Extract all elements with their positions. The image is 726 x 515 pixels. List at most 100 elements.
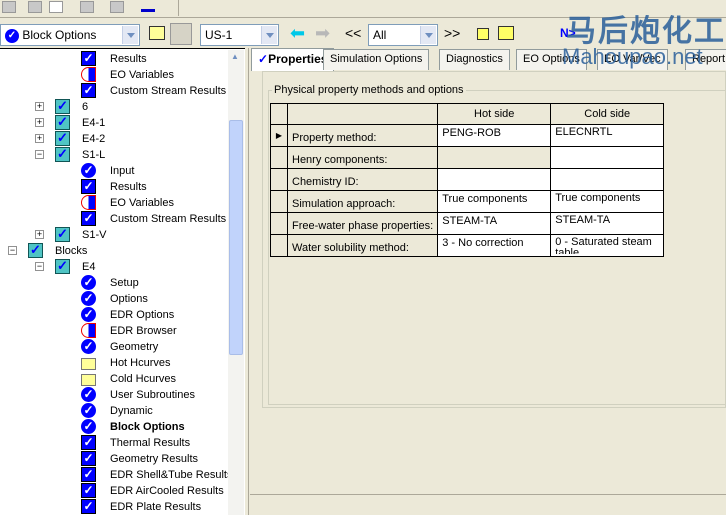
label-header	[286, 103, 439, 125]
arrow-left-icon[interactable]: ⬅	[290, 24, 305, 42]
tree-item[interactable]: + ✓ E4-2	[0, 131, 228, 147]
chevron-down-icon[interactable]	[420, 26, 436, 44]
arrow-right-icon[interactable]: ➡	[315, 24, 330, 42]
chevron-down-icon[interactable]	[261, 26, 277, 44]
tree-item[interactable]: − ✓ Blocks	[0, 243, 228, 259]
tree-item-label: EDR Shell&Tube Results	[110, 469, 233, 481]
tree-item[interactable]: ✓ EDR AirCooled Results	[0, 483, 228, 499]
hot-side-cell[interactable]: 3 - No correction	[437, 234, 552, 257]
expand-icon[interactable]: +	[35, 230, 44, 239]
grid-icon[interactable]	[80, 1, 94, 13]
tree-item[interactable]: ✓ Geometry Results	[0, 451, 228, 467]
tree-item[interactable]: ✓ Geometry	[0, 339, 228, 355]
hot-side-cell[interactable]: PENG-ROB	[437, 124, 552, 147]
tree-toggle-icon[interactable]	[170, 23, 192, 45]
tree-item[interactable]: EDR Browser	[0, 323, 228, 339]
tree-item[interactable]: − ✓ S1-L	[0, 147, 228, 163]
tree-item[interactable]: ✓ EDR Shell&Tube Results	[0, 467, 232, 483]
forward-icon[interactable]	[28, 1, 42, 13]
tab-diagnostics[interactable]: Diagnostics	[439, 49, 510, 70]
tree-item[interactable]: ✓ Results	[0, 51, 228, 67]
hot-side-cell[interactable]: STEAM-TA	[437, 212, 552, 235]
results-check-icon: ✓	[81, 483, 96, 498]
folder-up-icon[interactable]	[149, 26, 165, 40]
stream-selector[interactable]: US-1	[200, 24, 279, 46]
tree-item-label: Setup	[110, 277, 139, 289]
table-row: Simulation approach: True components Tru…	[270, 190, 665, 213]
tab-simulation-options[interactable]: Simulation Options	[323, 49, 430, 70]
cold-side-cell[interactable]	[550, 146, 665, 169]
collapse-icon[interactable]: −	[35, 150, 44, 159]
row-selector[interactable]	[270, 146, 288, 169]
tree-item[interactable]: ✓ Block Options	[0, 419, 228, 435]
current-row-icon: ▶	[275, 131, 283, 140]
tree-item[interactable]: + ✓ 6	[0, 99, 228, 115]
row-selector[interactable]	[270, 168, 288, 191]
hot-side-cell[interactable]: True components	[437, 190, 552, 213]
cold-side-cell[interactable]: True components	[550, 190, 665, 213]
tree-item[interactable]: ✓ Results	[0, 179, 228, 195]
expand-icon[interactable]: +	[35, 102, 44, 111]
notes-icon[interactable]	[477, 28, 489, 40]
tree-item[interactable]: ✓ Input	[0, 163, 228, 179]
hot-side-cell[interactable]	[437, 168, 552, 191]
cold-side-cell[interactable]	[550, 168, 665, 191]
row-selector[interactable]	[270, 212, 288, 235]
tree-item[interactable]: ✓ Thermal Results	[0, 435, 228, 451]
row-selector[interactable]	[270, 190, 288, 213]
results-check-icon: ✓	[81, 435, 96, 450]
tree-item[interactable]: Hot Hcurves	[0, 355, 228, 371]
results-check-icon: ✓	[81, 499, 96, 514]
tree-item[interactable]: EO Variables	[0, 67, 228, 83]
cold-side-cell[interactable]: 0 - Saturated steam table	[550, 234, 665, 257]
input-check-icon: ✓	[81, 307, 96, 322]
line-style-icon[interactable]	[141, 9, 155, 12]
form-selector[interactable]: ✓ Block Options	[0, 24, 140, 46]
chevron-down-icon[interactable]	[122, 26, 138, 44]
cold-side-cell[interactable]: STEAM-TA	[550, 212, 665, 235]
form-selector-value: Block Options	[22, 28, 97, 42]
tree-item[interactable]: ✓ Options	[0, 291, 228, 307]
group-title: Physical property methods and options	[272, 84, 466, 96]
tree-item-label: Thermal Results	[110, 437, 191, 449]
status-icon[interactable]	[498, 26, 514, 40]
edit-icon[interactable]	[110, 1, 124, 13]
tree-item-label: S1-L	[82, 149, 106, 161]
scroll-up-icon[interactable]: ▲	[231, 52, 239, 61]
filter-selector[interactable]: All	[368, 24, 438, 46]
tab-properties[interactable]: ✓Properties	[251, 48, 335, 71]
tree-item[interactable]: − ✓ E4	[0, 259, 228, 275]
tree-item[interactable]: EO Variables	[0, 195, 228, 211]
row-label: Henry components:	[286, 146, 439, 169]
tree-item[interactable]: ✓ EDR Options	[0, 307, 228, 323]
hot-side-header: Hot side	[437, 103, 552, 125]
row-selector[interactable]: ▶	[270, 124, 288, 147]
previous-button[interactable]: <<	[345, 24, 361, 42]
expand-icon[interactable]: +	[35, 118, 44, 127]
tree-item[interactable]: ✓ Dynamic	[0, 403, 228, 419]
tab-label: Simulation Options	[330, 53, 423, 65]
collapse-icon[interactable]: −	[35, 262, 44, 271]
cold-side-value	[555, 171, 659, 188]
tree-item[interactable]: + ✓ E4-1	[0, 115, 228, 131]
tree-item[interactable]: ✓ User Subroutines	[0, 387, 228, 403]
tree-item[interactable]: ✓ Custom Stream Results	[0, 83, 228, 99]
tree-scrollbar-thumb[interactable]	[229, 120, 243, 355]
tree-item-label: EO Variables	[110, 197, 174, 209]
cold-side-cell[interactable]: ELECNRTL	[550, 124, 665, 147]
next-button[interactable]: >>	[444, 24, 460, 42]
find-icon[interactable]	[49, 1, 63, 13]
tree-item[interactable]: + ✓ S1-V	[0, 227, 228, 243]
tree-item[interactable]: ✓ Setup	[0, 275, 228, 291]
expand-icon[interactable]: +	[35, 134, 44, 143]
tree-item[interactable]: ✓ EDR Plate Results	[0, 499, 228, 515]
tree-item[interactable]: ✓ Custom Stream Results	[0, 211, 228, 227]
tree-item-label: Geometry	[110, 341, 159, 353]
tree-item-label: EDR AirCooled Results	[110, 485, 224, 497]
tree-item[interactable]: Cold Hcurves	[0, 371, 228, 387]
collapse-icon[interactable]: −	[8, 246, 17, 255]
hot-side-cell[interactable]	[437, 146, 552, 169]
input-check-icon: ✓	[81, 291, 96, 306]
row-selector[interactable]	[270, 234, 288, 257]
back-icon[interactable]	[2, 1, 16, 13]
